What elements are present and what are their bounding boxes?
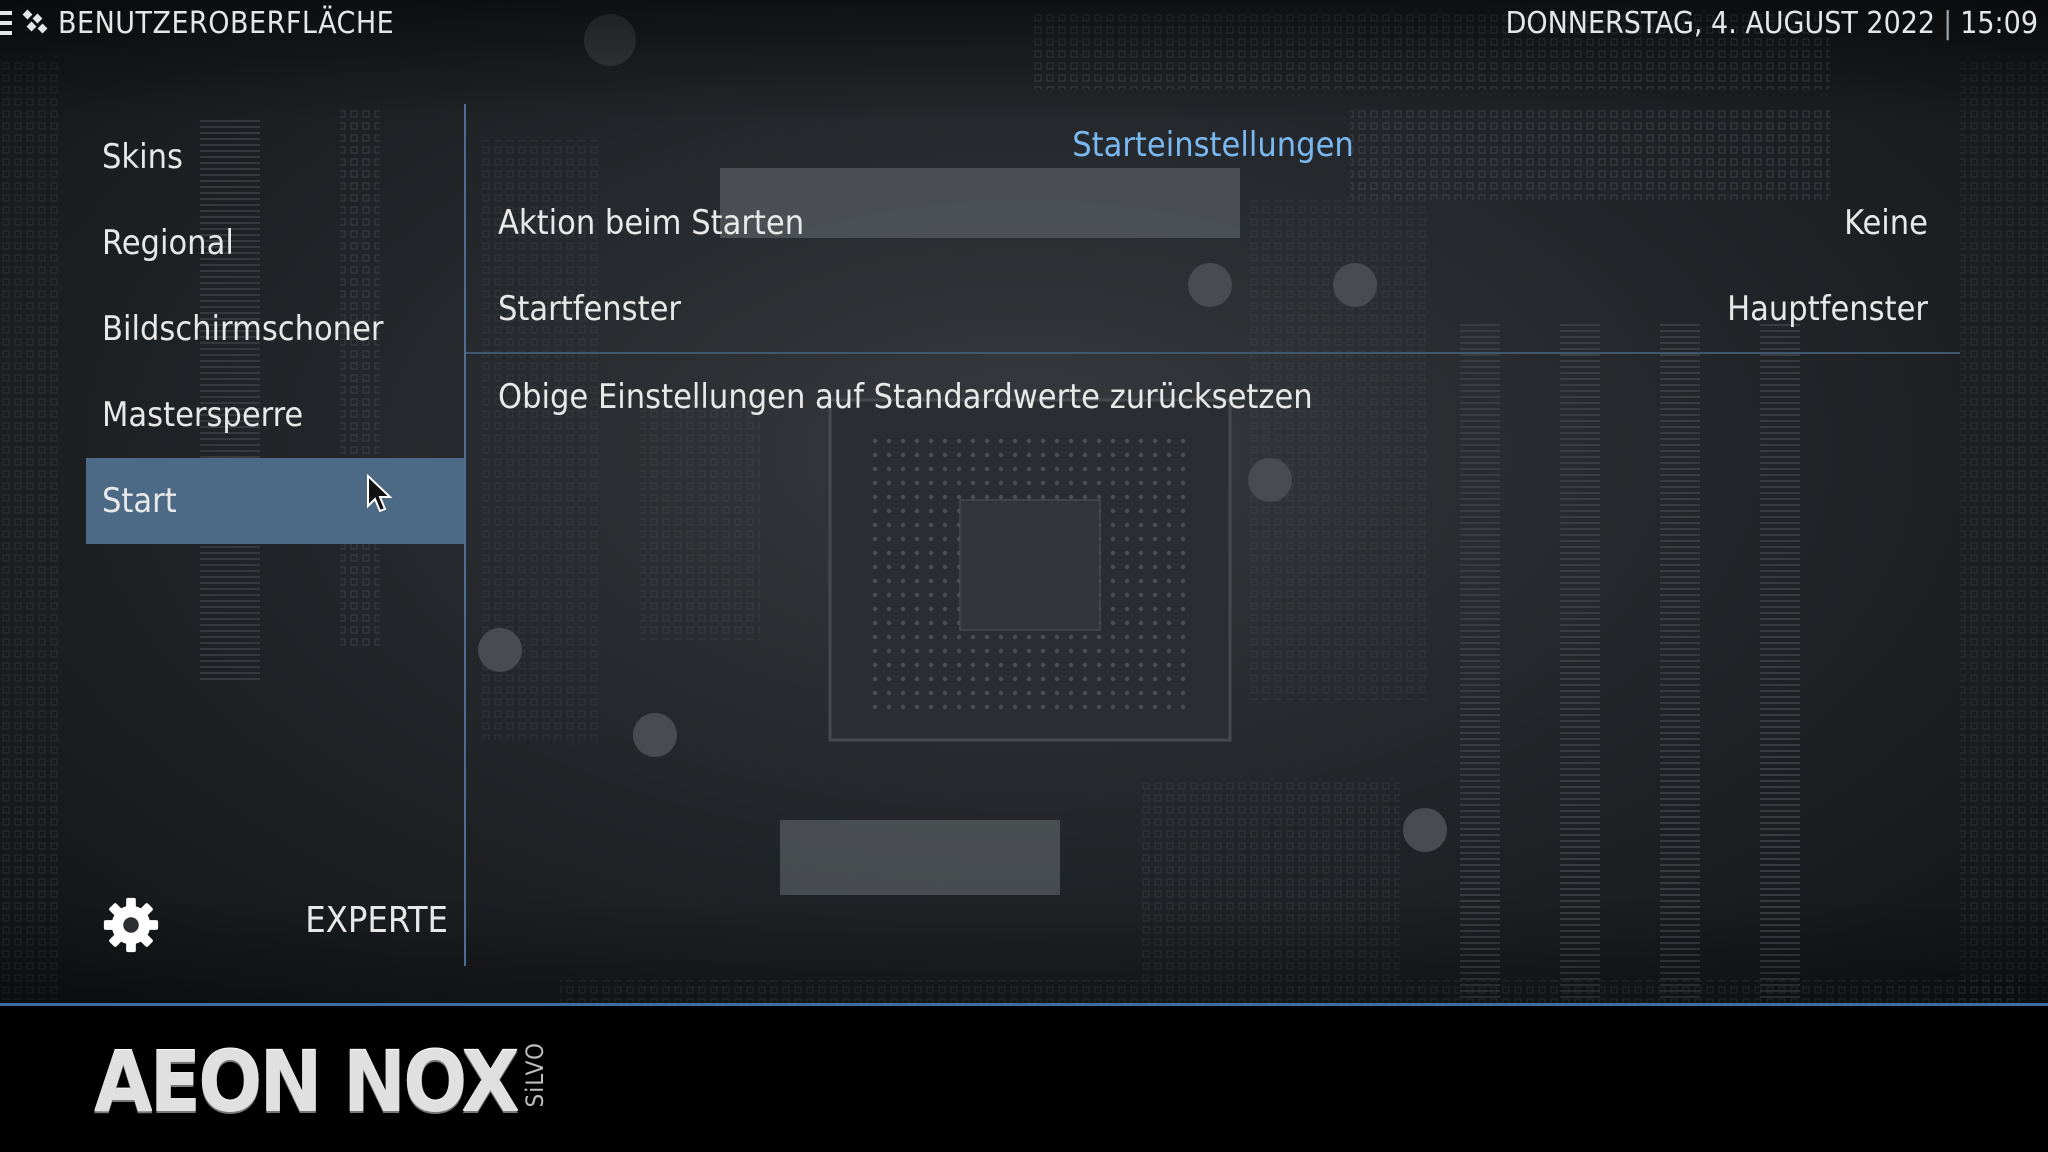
sidebar-item-label: Skins bbox=[102, 137, 183, 177]
time-label: 15:09 bbox=[1960, 5, 2038, 41]
settings-level-button[interactable]: EXPERTE bbox=[86, 890, 464, 960]
sidebar-item-label: Regional bbox=[102, 223, 234, 263]
date-label: DONNERSTAG, 4. AUGUST 2022 bbox=[1505, 5, 1936, 41]
setting-label: Startfenster bbox=[498, 289, 681, 329]
sidebar-item-label: Mastersperre bbox=[102, 395, 304, 435]
settings-category-list: Skins Regional Bildschirmschoner Masters… bbox=[86, 114, 464, 544]
panel-title: Starteinstellungen bbox=[1072, 125, 1354, 165]
header-left: BENUTZEROBERFLÄCHE bbox=[0, 0, 394, 46]
setting-reset-defaults[interactable]: Obige Einstellungen auf Standardwerte zu… bbox=[466, 354, 1960, 440]
setting-value: Keine bbox=[1844, 203, 1928, 243]
section-title: BENUTZEROBERFLÄCHE bbox=[58, 5, 395, 41]
sidebar-item-start[interactable]: Start bbox=[86, 458, 464, 544]
setting-startup-window[interactable]: Startfenster Hauptfenster bbox=[466, 266, 1960, 352]
settings-level-label: EXPERTE bbox=[305, 900, 448, 941]
setting-startup-action[interactable]: Aktion beim Starten Keine bbox=[466, 180, 1960, 266]
date-time-display: DONNERSTAG, 4. AUGUST 2022 | 15:09 bbox=[1506, 0, 2038, 46]
skin-logo-text: AEON NOX bbox=[94, 1033, 520, 1131]
skin-logo: AEON NOX SiLVO bbox=[94, 1040, 549, 1124]
sidebar-item-regional[interactable]: Regional bbox=[86, 200, 464, 286]
kodi-logo-icon bbox=[22, 9, 48, 34]
setting-label: Obige Einstellungen auf Standardwerte zu… bbox=[498, 377, 1313, 417]
sidebar-item-label: Bildschirmschoner bbox=[102, 309, 384, 349]
sidebar-item-label: Start bbox=[102, 481, 177, 521]
setting-label: Aktion beim Starten bbox=[498, 203, 805, 243]
skin-logo-subtext: SiLVO bbox=[520, 1042, 549, 1108]
sidebar-item-skins[interactable]: Skins bbox=[86, 114, 464, 200]
sidebar-item-master-lock[interactable]: Mastersperre bbox=[86, 372, 464, 458]
sidebar-item-screensaver[interactable]: Bildschirmschoner bbox=[86, 286, 464, 372]
settings-panel: Starteinstellungen Aktion beim Starten K… bbox=[466, 114, 1960, 440]
date-time-separator: | bbox=[1943, 5, 1953, 41]
mouse-cursor-icon bbox=[367, 474, 393, 513]
hamburger-icon[interactable] bbox=[0, 11, 12, 35]
gear-icon[interactable] bbox=[100, 894, 162, 956]
setting-value: Hauptfenster bbox=[1727, 289, 1928, 329]
